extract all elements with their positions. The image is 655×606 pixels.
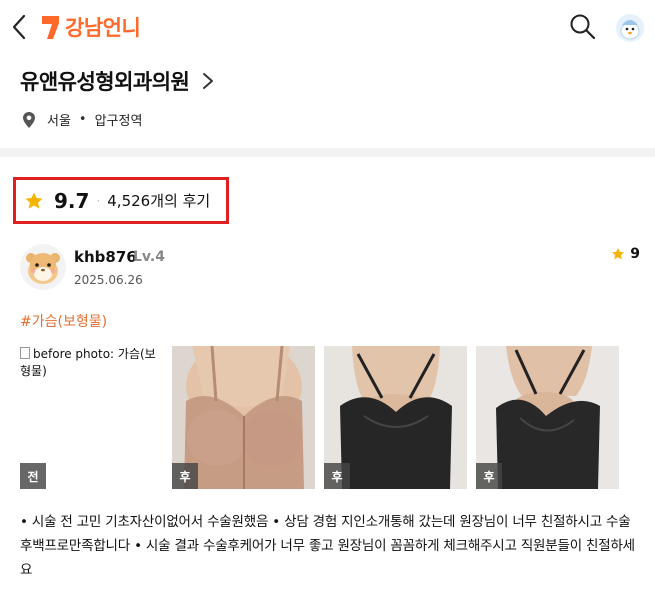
review-count: 4,526개의 후기 <box>107 192 211 210</box>
before-photo[interactable]: before photo: 가슴(보형물) 전 <box>20 346 163 489</box>
brand-logo[interactable]: 강남언니 <box>40 12 141 42</box>
hospital-title-link[interactable]: 유앤유성형외과의원 <box>20 66 215 96</box>
location-district: 압구정역 <box>94 114 143 129</box>
rating-separator: · <box>96 193 101 208</box>
photo-badge-before: 전 <box>20 463 46 489</box>
brand-name: 강남언니 <box>65 16 141 40</box>
photo-badge-after: 후 <box>476 463 502 489</box>
profile-avatar-icon <box>616 14 644 42</box>
photo-badge-after: 후 <box>172 463 198 489</box>
hospital-location: 서울 • 압구정역 <box>22 110 142 129</box>
chevron-right-icon <box>203 73 214 89</box>
after-photo-2[interactable]: 후 <box>324 346 467 489</box>
after-photo-3[interactable]: 후 <box>476 346 619 489</box>
reviewer-username[interactable]: khb876 <box>74 248 137 266</box>
section-divider <box>0 148 655 157</box>
procedure-tag[interactable]: #가슴(보형물) <box>20 311 107 331</box>
after-photo-1[interactable]: 후 <box>172 346 315 489</box>
rating-score: 9.7 <box>54 188 90 213</box>
location-separator: • <box>78 112 87 127</box>
location-city: 서울 <box>47 114 71 129</box>
photo-badge-after: 후 <box>324 463 350 489</box>
rating-summary[interactable]: 9.7 · 4,526개의 후기 <box>13 177 229 224</box>
location-pin-icon <box>23 111 35 128</box>
star-icon <box>612 248 625 260</box>
hospital-name: 유앤유성형외과의원 <box>20 70 190 94</box>
before-photo-alt-text: before photo: 가슴(보형물) <box>20 346 163 380</box>
back-button[interactable] <box>8 12 32 42</box>
before-photo-alt: before photo: 가슴(보형물) <box>20 347 156 378</box>
app-header: 강남언니 <box>0 0 655 56</box>
review-rating-value: 9 <box>630 246 640 262</box>
star-icon <box>25 192 43 209</box>
hamster-avatar-icon <box>20 244 66 290</box>
profile-button[interactable] <box>616 14 644 42</box>
reviewer-header: khb876 Lv.4 2025.06.26 9 <box>20 244 640 294</box>
back-arrow-icon <box>12 14 26 40</box>
reviewer-avatar[interactable] <box>20 244 66 290</box>
review-rating: 9 <box>611 246 640 262</box>
review-body: • 시술 전 고민 기초자산이없어서 수술원했음 • 상담 경험 지인소개통해 … <box>20 514 635 578</box>
brand-logo-icon <box>42 16 59 39</box>
search-button[interactable] <box>568 12 598 42</box>
reviewer-level: Lv.4 <box>133 249 165 265</box>
search-icon <box>570 14 596 40</box>
review-date: 2025.06.26 <box>74 273 143 287</box>
broken-image-icon <box>20 347 30 359</box>
